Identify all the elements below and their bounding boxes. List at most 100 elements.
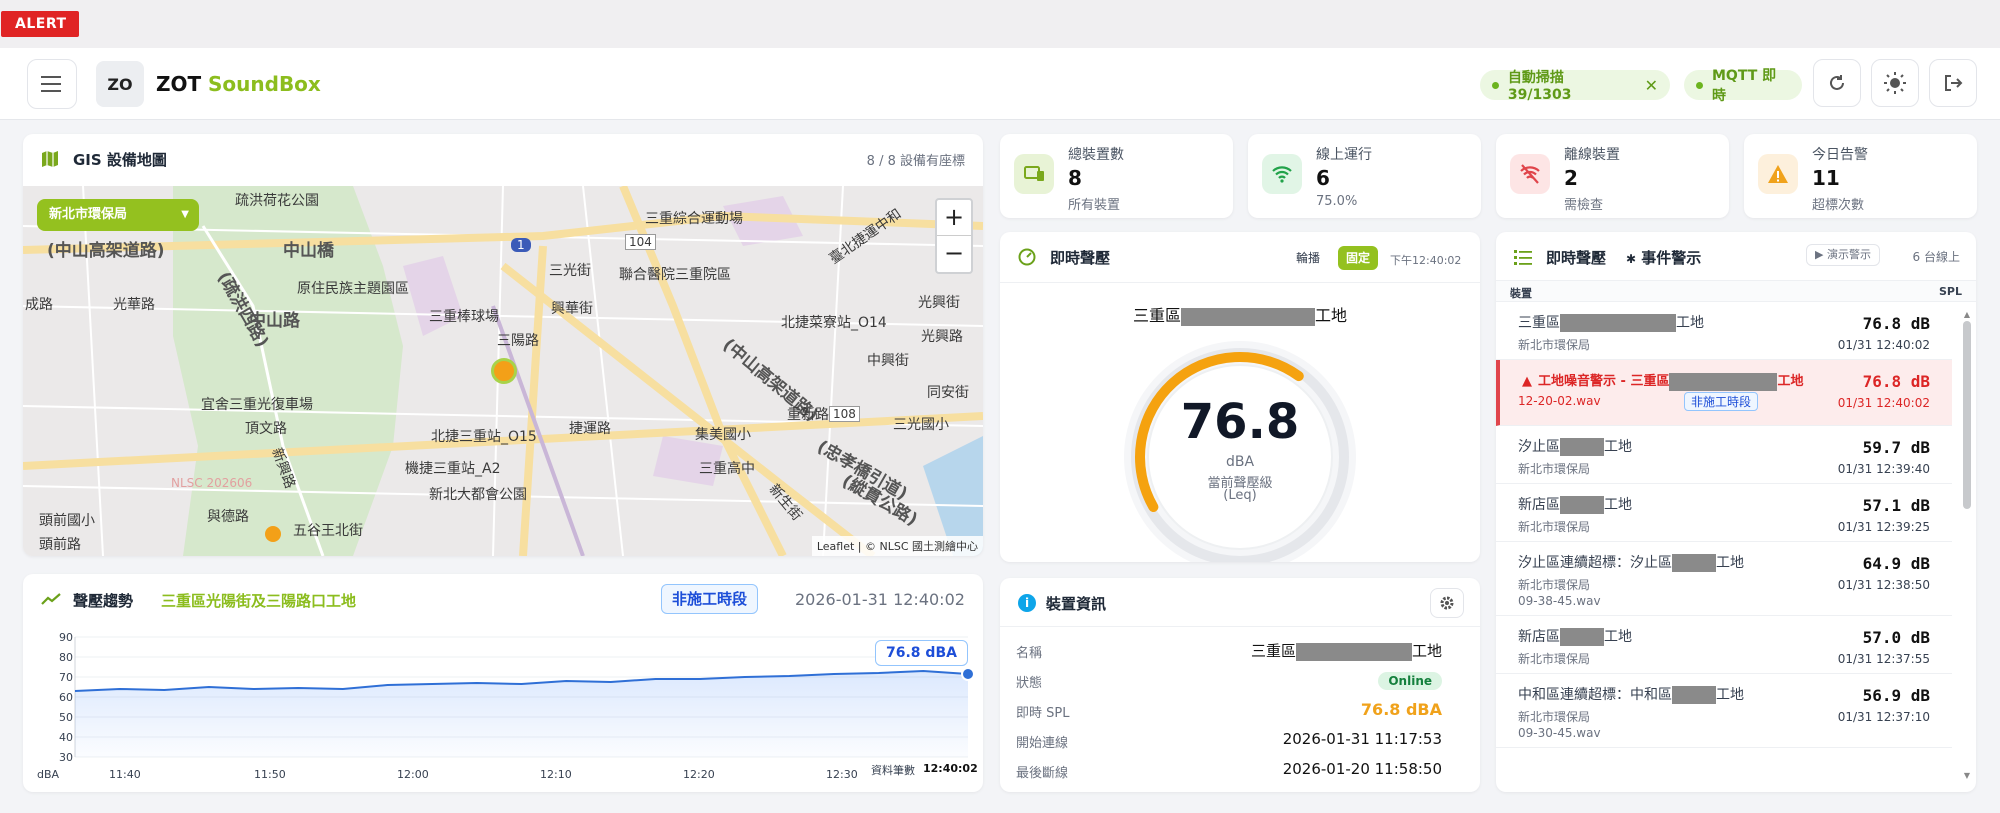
map-label: 三重高中 — [699, 461, 755, 477]
menu-button[interactable] — [27, 59, 77, 109]
list-item[interactable]: 新店區 工地 新北市環保局 57.1 dB 01/31 12:39:25 — [1496, 484, 1952, 542]
rotate-button[interactable]: 輪播 — [1288, 246, 1328, 270]
demo-alert-button[interactable]: ▶ 演示警示 — [1806, 244, 1880, 266]
list-item[interactable]: 新店區 工地 新北市環保局 57.0 dB 01/31 12:37:55 — [1496, 616, 1952, 674]
info-icon: i — [1018, 594, 1036, 612]
event-spl: 56.9 dB — [1862, 686, 1930, 705]
list-item[interactable]: 汐止區連續超標：汐止區 工地 新北市環保局 09-38-45.wav 64.9 dB 01… — [1496, 542, 1952, 616]
y-tick-label: 30 — [59, 751, 73, 764]
mqtt-status-text: MQTT 即時 — [1711, 68, 1777, 104]
stat-value: 11 — [1812, 166, 1840, 190]
scan-status-pill[interactable]: 自動掃描 39/1303 ✕ — [1480, 70, 1670, 103]
map-label: 同安街 — [927, 385, 969, 401]
event-org: 新北市環保局 — [1518, 520, 1591, 534]
redacted-block — [1181, 307, 1315, 326]
event-org: 新北市環保局 — [1518, 652, 1591, 666]
logout-button[interactable] — [1929, 59, 1977, 107]
info-key: 名稱 — [1016, 646, 1043, 661]
stat-sub: 75.0% — [1316, 194, 1358, 209]
map-label: 捷運路 — [569, 421, 611, 437]
brand-name: ZOT — [156, 72, 202, 96]
event-file: 09-38-45.wav — [1518, 594, 1601, 608]
map-attribution[interactable]: Leaflet | © NLSC 國土測繪中心 — [811, 536, 983, 556]
event-spl: 76.8 dB — [1862, 314, 1930, 333]
live-spl-card: 即時聲壓 輪播 固定 下午12:40:02 三重區 工地 76.8 dBA 當前聲… — [1000, 232, 1480, 562]
event-time: 01/31 12:37:55 — [1837, 652, 1930, 666]
scrollbar[interactable]: ▲ ▼ — [1962, 310, 1972, 780]
alert-row[interactable]: ▲ 工地噪音警示 - 三重區 工地 12-20-02.wav 非施工時段 76.8 dB 0… — [1496, 360, 1952, 426]
map-label: 五谷王北街 — [293, 523, 363, 539]
event-time: 01/31 12:39:25 — [1837, 520, 1930, 534]
gis-title: GIS 設備地圖 — [73, 151, 167, 169]
refresh-button[interactable] — [1813, 59, 1861, 107]
trend-site: 三重區光陽街及三陽路口工地 — [161, 592, 357, 610]
stat-icon-box — [1262, 154, 1302, 194]
stat-icon-box — [1758, 154, 1798, 194]
map-label: 三重棒球場 — [429, 309, 499, 325]
close-icon[interactable]: ✕ — [1645, 76, 1658, 95]
device-marker[interactable] — [491, 358, 517, 384]
info-row-connect: 開始連線 2026-01-31 11:17:53 — [1016, 726, 1442, 756]
trend-chart[interactable]: 30 40 50 60 70 80 90 dBA 11:40 11:50 12:00 12:10 12:… — [23, 622, 983, 792]
map-label: 光興路 — [921, 329, 963, 345]
event-time: 01/31 12:40:02 — [1837, 396, 1930, 410]
zoom-out-button[interactable]: − — [937, 236, 971, 272]
last-point — [961, 667, 975, 681]
map-label: 北捷菜寮站_O14 — [781, 315, 887, 331]
map-label: 頭前路 — [39, 537, 81, 553]
mqtt-status-pill[interactable]: MQTT 即時 — [1684, 68, 1802, 104]
stat-icon-box — [1014, 154, 1054, 194]
map-label: 三光街 — [549, 263, 591, 279]
map-label: 重新路 — [787, 407, 829, 423]
sun-icon — [1884, 72, 1906, 94]
event-name-suffix: 工地 — [1604, 629, 1632, 645]
scroll-down-icon[interactable]: ▼ — [1962, 771, 1972, 780]
theme-toggle-button[interactable] — [1871, 59, 1919, 107]
map-label: 聯合醫院三重院區 — [619, 267, 731, 283]
device-marker[interactable] — [265, 526, 281, 542]
event-time: 01/31 12:38:50 — [1837, 578, 1930, 592]
info-row-disconnect: 最後斷線 2026-01-20 11:58:50 — [1016, 756, 1442, 786]
live-title: 即時聲壓 — [1050, 249, 1111, 267]
map-label: 光興街 — [918, 295, 960, 311]
scroll-up-icon[interactable]: ▲ — [1962, 310, 1972, 319]
map-label: (中山高架道路) — [47, 241, 165, 261]
alert-badge[interactable]: ALERT — [1, 11, 79, 37]
map-label: 機捷三重站_A2 — [405, 461, 501, 477]
list-item[interactable]: 三重區 工地 新北市環保局 76.8 dB 01/31 12:40:02 — [1496, 302, 1952, 360]
event-time: 01/31 12:40:02 — [1837, 338, 1930, 352]
event-name-suffix: 工地 — [1604, 439, 1632, 455]
highway-shield: 1 — [511, 238, 531, 252]
event-name-suffix: 工地 — [1604, 497, 1632, 513]
map-label: 宜舍三重光復車場 — [201, 397, 313, 413]
map-label: 中興街 — [867, 353, 909, 369]
event-list: 三重區 工地 新北市環保局 76.8 dB 01/31 12:40:02 ▲ 工地噪音警示 … — [1496, 302, 1952, 792]
device-name-prefix: 三重區 — [1250, 642, 1296, 660]
events-title: 即時聲壓 — [1546, 249, 1607, 267]
y-tick-label: 80 — [59, 651, 73, 664]
live-site: 三重區 工地 — [1000, 302, 1480, 326]
map-canvas[interactable]: 疏洪荷花公園 (中山高架道路) 中山橋 (疏洪四路) 原住民族主題園區 三重棒球… — [23, 186, 983, 556]
status-dot — [1696, 81, 1703, 89]
x-axis-end-label: 資料筆數 — [871, 764, 915, 777]
org-select[interactable]: 新北市環保局 ▼ — [37, 199, 199, 231]
list-item[interactable]: 汐止區 工地 新北市環保局 59.7 dB 01/31 12:39:40 — [1496, 426, 1952, 484]
settings-button[interactable] — [1430, 588, 1464, 618]
map-watermark: NLSC 202606 — [171, 476, 253, 490]
list-item[interactable]: 中和區連續超標：中和區 工地 新北市環保局 09-30-45.wav 56.9 dB 01… — [1496, 674, 1952, 748]
live-site-prefix: 三重區 — [1132, 306, 1181, 325]
event-spl: 64.9 dB — [1862, 554, 1930, 573]
redacted-block — [1672, 554, 1716, 572]
stat-icon-box — [1510, 154, 1550, 194]
scrollbar-thumb[interactable] — [1963, 321, 1971, 509]
x-tick-label: 12:30 — [826, 768, 858, 781]
phase-badge: 非施工時段 — [661, 584, 759, 614]
device-name-suffix: 工地 — [1411, 642, 1442, 660]
info-row-status: 狀態 Online — [1016, 666, 1442, 696]
stat-sub: 需檢查 — [1564, 198, 1604, 213]
events-card: 即時聲壓 ✱ 事件警示 ▶ 演示警示 6 台線上 裝置 SPL 三重區 工地 新北市… — [1496, 232, 1976, 792]
device-info-card: i 裝置資訊 名稱 三重區 工地 狀態 Online 即時 SPL 76.8 dB… — [1000, 578, 1480, 792]
wifi-icon — [1272, 166, 1292, 183]
fixed-button[interactable]: 固定 — [1338, 246, 1379, 270]
zoom-in-button[interactable]: + — [937, 200, 971, 236]
